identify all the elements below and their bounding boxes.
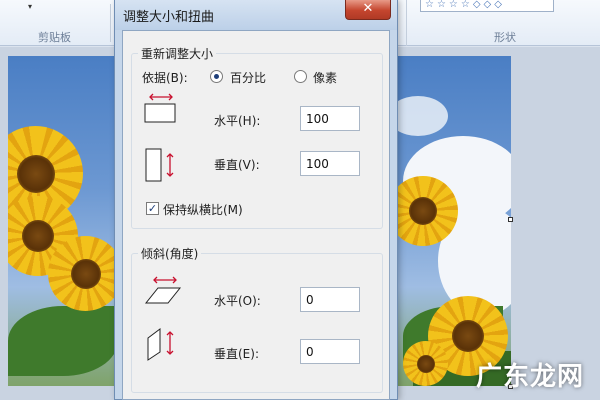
- leaf: [8, 306, 118, 376]
- pixels-radio[interactable]: [294, 70, 307, 83]
- sunflower: [48, 236, 123, 311]
- skew-vertical-icon: [147, 328, 174, 361]
- keep-aspect-checkbox[interactable]: ✓: [146, 202, 159, 215]
- skew-vertical-input[interactable]: [300, 339, 360, 364]
- skew-group: 倾斜(角度) 水平(O): 垂直(E):: [131, 245, 383, 393]
- resize-horizontal-icon: [144, 93, 176, 123]
- close-button[interactable]: ✕: [345, 0, 391, 20]
- resize-horizontal-label: 水平(H):: [214, 114, 261, 128]
- resize-vertical-input[interactable]: [300, 151, 360, 176]
- keep-aspect-label[interactable]: 保持纵横比(M): [163, 201, 243, 218]
- ribbon-divider: [110, 4, 111, 42]
- percentage-radio[interactable]: [210, 70, 223, 83]
- shape-gallery[interactable]: ☆☆☆☆◇◇◇: [420, 0, 554, 12]
- skew-vertical-label: 垂直(E):: [214, 347, 259, 361]
- clipboard-group-label: 剪贴板: [38, 31, 71, 44]
- ribbon-divider: [406, 0, 407, 46]
- resize-horizontal-input[interactable]: [300, 106, 360, 131]
- sunflower: [388, 176, 458, 246]
- skew-group-title: 倾斜(角度): [138, 245, 202, 262]
- resize-vertical-label: 垂直(V):: [214, 158, 260, 172]
- by-label: 依据(B):: [142, 71, 188, 85]
- skew-horizontal-label: 水平(O):: [214, 294, 261, 308]
- resize-group: 重新调整大小 依据(B): 百分比 像素 水平(H): 垂直: [131, 45, 383, 229]
- checkmark-icon: ✓: [147, 202, 158, 215]
- pixels-label[interactable]: 像素: [313, 69, 337, 86]
- percentage-label[interactable]: 百分比: [230, 69, 266, 86]
- shapes-group-label: 形状: [494, 31, 516, 44]
- skew-horizontal-input[interactable]: [300, 287, 360, 312]
- resize-handle[interactable]: [508, 217, 513, 222]
- resize-vertical-icon: [145, 148, 174, 182]
- watermark: 广东龙网: [476, 362, 585, 392]
- dialog-title: 调整大小和扭曲: [123, 10, 215, 25]
- sunflower: [403, 341, 448, 386]
- resize-skew-dialog: 调整大小和扭曲 ✕ 重新调整大小 依据(B): 百分比 像素 水平(H): 10…: [114, 0, 398, 400]
- dialog-titlebar[interactable]: 调整大小和扭曲 ✕: [115, 0, 397, 30]
- skew-horizontal-icon: [144, 276, 182, 304]
- dialog-body: 重新调整大小 依据(B): 百分比 像素 水平(H): 垂直: [122, 30, 390, 400]
- paste-dropdown-icon[interactable]: ▾: [28, 2, 32, 11]
- close-icon: ✕: [362, 1, 374, 16]
- resize-group-title: 重新调整大小: [138, 45, 217, 62]
